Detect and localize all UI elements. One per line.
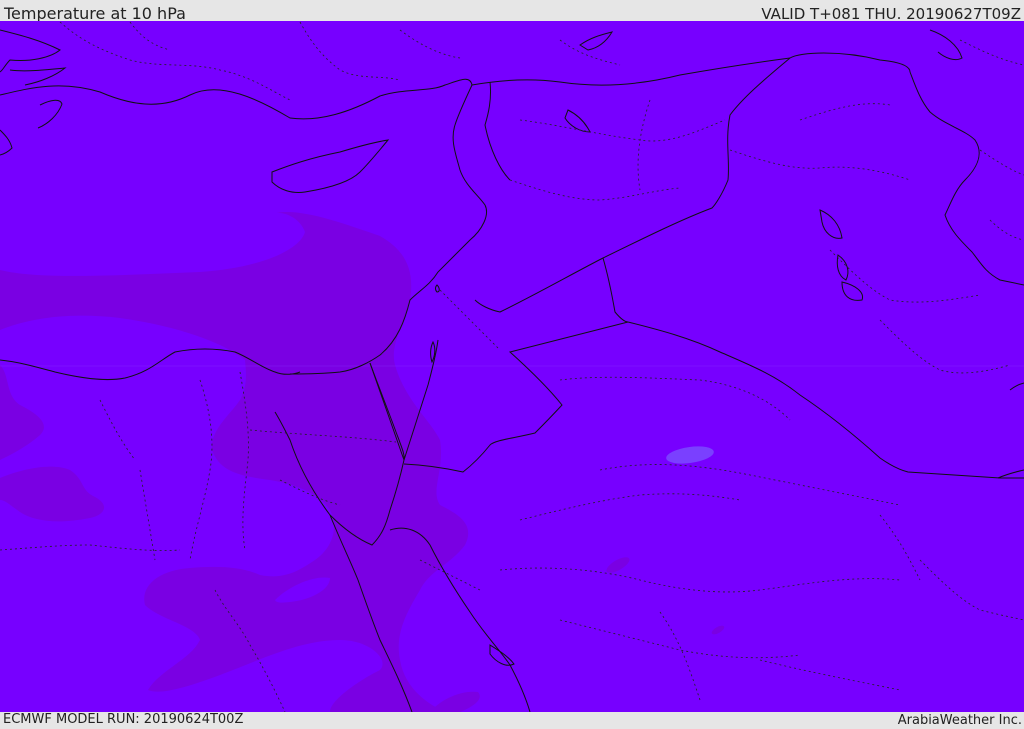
temperature-map-canvas bbox=[0, 21, 1024, 712]
credit-text: ArabiaWeather Inc. bbox=[897, 713, 1022, 728]
map-footer: ECMWF MODEL RUN: 20190624T00Z ArabiaWeat… bbox=[0, 712, 1024, 729]
temperature-map[interactable] bbox=[0, 21, 1024, 712]
model-run: ECMWF MODEL RUN: 20190624T00Z bbox=[3, 712, 244, 727]
map-frame: Temperature at 10 hPa VALID T+081 THU. 2… bbox=[0, 0, 1024, 729]
map-header: Temperature at 10 hPa VALID T+081 THU. 2… bbox=[0, 0, 1024, 23]
